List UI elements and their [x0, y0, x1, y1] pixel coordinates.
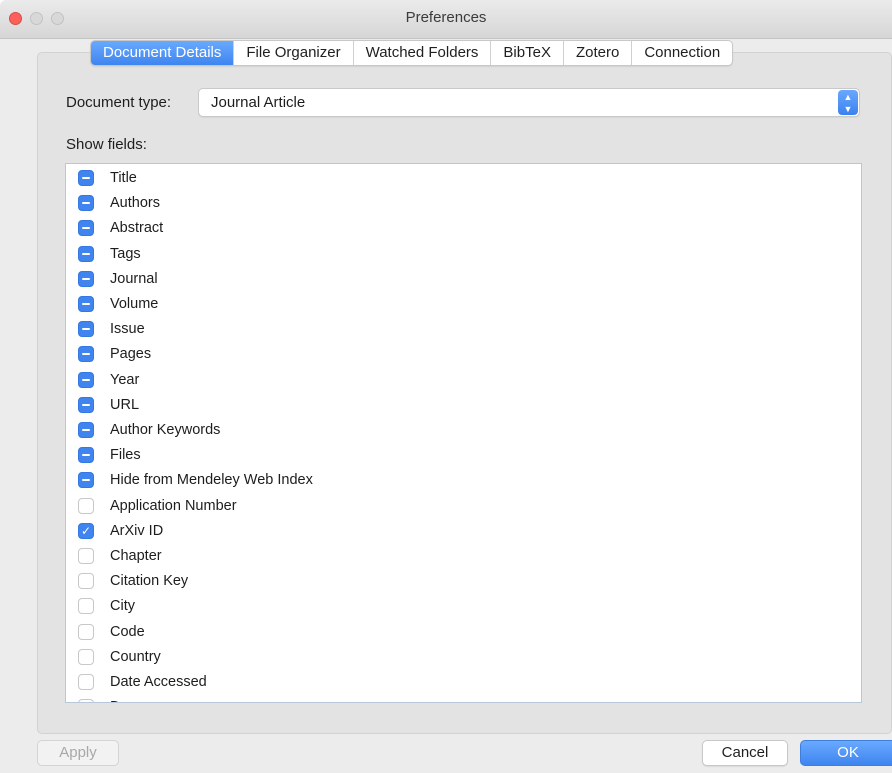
document-type-select[interactable]: Journal Article ▲ ▼ — [198, 88, 860, 117]
field-checkbox[interactable] — [78, 623, 94, 640]
field-checkbox[interactable] — [78, 170, 94, 186]
window-title: Preferences — [405, 9, 487, 26]
ok-button[interactable]: OK — [800, 740, 892, 766]
field-row[interactable]: Pages — [66, 342, 861, 367]
field-label: ArXiv ID — [110, 522, 164, 539]
tab-document-details[interactable]: Document Details — [91, 41, 234, 65]
field-label: URL — [110, 396, 140, 413]
field-checkbox[interactable] — [78, 447, 94, 464]
apply-button[interactable]: Apply — [37, 740, 119, 766]
field-label: Abstract — [110, 220, 164, 237]
tab-zotero[interactable]: Zotero — [562, 41, 631, 65]
field-label: Application Number — [110, 497, 237, 514]
field-label: D... — [110, 699, 133, 702]
field-checkbox[interactable] — [78, 220, 94, 237]
field-checkbox[interactable] — [78, 270, 94, 287]
field-checkbox[interactable] — [78, 245, 94, 262]
tab-bibtex[interactable]: BibTeX — [490, 41, 563, 65]
field-label: City — [110, 598, 135, 615]
field-checkbox[interactable] — [78, 548, 94, 564]
tab-bar: Document Details File Organizer Watched … — [90, 40, 734, 66]
field-label: Issue — [110, 321, 145, 338]
document-type-value: Journal Article — [211, 94, 306, 111]
field-row[interactable]: D... — [66, 695, 861, 702]
field-row[interactable]: Journal — [66, 267, 861, 292]
field-checkbox[interactable] — [78, 346, 94, 363]
tab-connection[interactable]: Connection — [631, 41, 732, 65]
field-row[interactable]: Year — [66, 368, 861, 393]
field-checkbox[interactable]: ✓ — [78, 522, 94, 539]
field-row[interactable]: Abstract — [66, 216, 861, 241]
show-fields-label: Show fields: — [66, 136, 147, 153]
field-checkbox[interactable] — [78, 674, 94, 690]
field-row[interactable]: Country — [66, 645, 861, 670]
title-bar: Preferences — [0, 0, 892, 39]
field-label: Date Accessed — [110, 674, 207, 690]
field-label: Author Keywords — [110, 422, 221, 438]
field-label: Country — [110, 648, 161, 665]
field-row[interactable]: Author Keywords — [66, 418, 861, 443]
field-label: Authors — [110, 195, 160, 212]
field-checkbox[interactable] — [78, 699, 94, 702]
field-label: Citation Key — [110, 573, 189, 590]
field-row[interactable]: Citation Key — [66, 569, 861, 594]
field-row[interactable]: Tags — [66, 242, 861, 267]
field-row[interactable]: City — [66, 594, 861, 619]
select-stepper-icon: ▲ ▼ — [838, 90, 858, 115]
field-row[interactable]: Hide from Mendeley Web Index — [66, 468, 861, 493]
field-label: Year — [110, 371, 140, 388]
field-label: Pages — [110, 346, 152, 363]
field-label: Files — [110, 447, 141, 464]
field-checkbox[interactable] — [78, 296, 94, 312]
field-checkbox[interactable] — [78, 321, 94, 338]
document-type-label: Document type: — [66, 94, 172, 111]
field-row[interactable]: ✓ ArXiv ID — [66, 519, 861, 544]
field-label: Title — [110, 170, 137, 186]
field-row[interactable]: Issue — [66, 317, 861, 342]
field-row[interactable]: Application Number — [66, 494, 861, 519]
field-label: Journal — [110, 270, 158, 287]
field-row[interactable]: Title — [66, 166, 861, 191]
field-row[interactable]: Code — [66, 620, 861, 645]
field-label: Hide from Mendeley Web Index — [110, 472, 313, 489]
field-label: Code — [110, 623, 145, 640]
field-row[interactable]: Chapter — [66, 544, 861, 569]
field-row[interactable]: Date Accessed — [66, 670, 861, 695]
field-row[interactable]: Files — [66, 443, 861, 468]
field-row[interactable]: Authors — [66, 191, 861, 216]
fields-list[interactable]: Title Authors Abstract Tags Journal Volume Iss… — [65, 163, 862, 703]
field-label: Volume — [110, 296, 159, 312]
field-row[interactable]: URL — [66, 393, 861, 418]
field-checkbox[interactable] — [78, 195, 94, 212]
tab-watched-folders[interactable]: Watched Folders — [352, 41, 491, 65]
field-checkbox[interactable] — [78, 422, 94, 438]
tab-file-organizer[interactable]: File Organizer — [233, 41, 352, 65]
preferences-window: Preferences Document Details File Organi… — [0, 0, 892, 773]
field-checkbox[interactable] — [78, 371, 94, 388]
cancel-button[interactable]: Cancel — [702, 740, 788, 766]
field-checkbox[interactable] — [78, 497, 94, 514]
field-checkbox[interactable] — [78, 396, 94, 413]
field-checkbox[interactable] — [78, 472, 94, 489]
field-label: Chapter — [110, 548, 162, 564]
field-checkbox[interactable] — [78, 573, 94, 590]
field-row[interactable]: Volume — [66, 292, 861, 317]
field-checkbox[interactable] — [78, 598, 94, 615]
field-checkbox[interactable] — [78, 648, 94, 665]
field-label: Tags — [110, 245, 141, 262]
